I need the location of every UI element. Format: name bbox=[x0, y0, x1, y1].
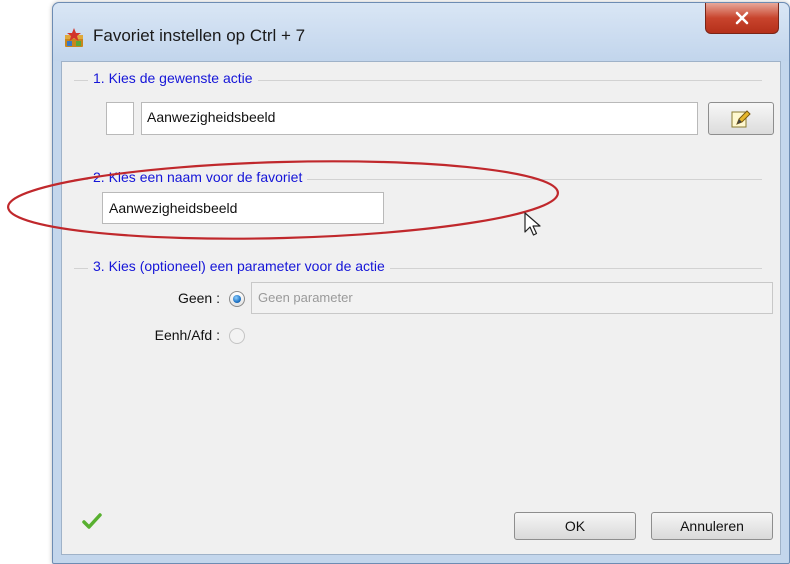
parameter-field: Geen parameter bbox=[251, 282, 773, 314]
action-field: Aanwezigheidsbeeld bbox=[141, 102, 698, 135]
option-label-unit: Eenh/Afd : bbox=[154, 327, 220, 343]
window-title: Favoriet instellen op Ctrl + 7 bbox=[93, 26, 306, 45]
checkmark-icon bbox=[82, 513, 102, 529]
action-icon-box bbox=[106, 102, 134, 135]
ok-button[interactable]: OK bbox=[514, 512, 636, 540]
radio-selected-dot bbox=[233, 295, 241, 303]
group-title-parameter: 3. Kies (optioneel) een parameter voor d… bbox=[88, 258, 390, 274]
mouse-cursor-icon bbox=[524, 212, 541, 236]
group-title-action: 1. Kies de gewenste actie bbox=[88, 70, 258, 86]
close-icon bbox=[735, 11, 749, 25]
cancel-button[interactable]: Annuleren bbox=[651, 512, 773, 540]
title-bar[interactable]: Favoriet instellen op Ctrl + 7 bbox=[53, 3, 789, 61]
radio-none[interactable] bbox=[229, 291, 245, 307]
group-header-action: 1. Kies de gewenste actie bbox=[74, 70, 762, 90]
group-header-parameter: 3. Kies (optioneel) een parameter voor d… bbox=[74, 258, 762, 278]
edit-action-button[interactable] bbox=[708, 102, 774, 135]
close-button[interactable] bbox=[705, 3, 779, 34]
group-header-name: 2. Kies een naam voor de favoriet bbox=[74, 169, 762, 189]
dialog-window: Favoriet instellen op Ctrl + 7 1. Kies d… bbox=[52, 2, 790, 564]
edit-pencil-icon bbox=[731, 109, 751, 127]
group-title-name: 2. Kies een naam voor de favoriet bbox=[88, 169, 308, 185]
favorites-app-icon bbox=[65, 28, 83, 47]
dialog-body: 1. Kies de gewenste actie Aanwezigheidsb… bbox=[61, 61, 781, 555]
favorite-name-input[interactable] bbox=[102, 192, 384, 224]
radio-unit[interactable] bbox=[229, 328, 245, 344]
option-label-none: Geen : bbox=[177, 290, 220, 306]
